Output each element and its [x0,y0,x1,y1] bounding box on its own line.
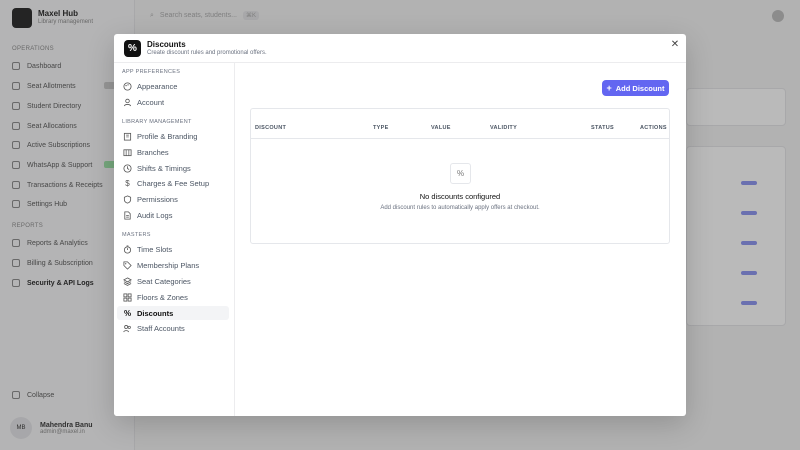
nav-item-discounts[interactable]: % Discounts [117,306,229,320]
user-icon [123,98,132,107]
table-header: DISCOUNT TYPE VALUE VALIDITY STATUS ACTI… [251,109,669,139]
column-header-type[interactable]: TYPE [373,125,389,131]
column-header-actions: ACTIONS [640,125,667,131]
nav-section-app-preferences: APP PREFERENCES [122,69,181,75]
nav-item-seat-categories[interactable]: Seat Categories [117,274,229,288]
modal-subtitle: Create discount rules and promotional of… [147,50,267,56]
column-header-value[interactable]: VALUE [431,125,451,131]
dollar-icon: $ [125,178,130,188]
nav-item-charges-fee-setup[interactable]: $ Charges & Fee Setup [117,176,229,190]
nav-section-library-management: LIBRARY MANAGEMENT [122,119,192,125]
branches-icon [123,148,132,157]
nav-item-profile-branding[interactable]: Profile & Branding [117,129,229,143]
nav-item-appearance[interactable]: Appearance [117,79,229,93]
nav-item-membership-plans[interactable]: Membership Plans [117,258,229,272]
palette-icon [123,81,132,91]
settings-modal: % Discounts Create discount rules and pr… [114,34,686,416]
nav-item-time-slots[interactable]: Time Slots [117,242,229,256]
nav-item-audit-logs[interactable]: Audit Logs [117,208,229,222]
column-header-validity[interactable]: VALIDITY [490,125,517,131]
modal-header: % Discounts Create discount rules and pr… [114,34,686,63]
plus-icon: + [606,83,612,93]
settings-nav: APP PREFERENCES Appearance Account LIBRA… [114,63,235,416]
nav-item-floors-zones[interactable]: Floors & Zones [117,290,229,304]
timer-icon [123,244,132,254]
close-icon[interactable]: ✕ [670,40,680,50]
percent-icon: % [123,308,132,318]
building-icon [123,132,132,141]
percent-icon: % [450,163,471,184]
layers-icon [123,276,132,286]
grid-icon [123,292,132,302]
nav-item-shifts-timings[interactable]: Shifts & Timings [117,161,229,175]
clock-icon [123,163,132,173]
modal-title: Discounts [147,40,186,49]
file-icon [123,210,132,220]
nav-section-masters: MASTERS [122,232,151,238]
empty-state-title: No discounts configured [419,192,501,201]
column-header-status[interactable]: STATUS [591,125,614,131]
tag-icon [123,260,132,270]
users-icon [123,324,132,333]
column-header-discount[interactable]: DISCOUNT [255,125,286,131]
percent-icon: % [124,40,141,57]
add-discount-button[interactable]: + Add Discount [602,80,669,96]
nav-item-staff-accounts[interactable]: Staff Accounts [117,321,229,335]
nav-item-branches[interactable]: Branches [117,145,229,159]
nav-item-account[interactable]: Account [117,95,229,109]
empty-state-description: Add discount rules to automatically appl… [380,205,540,211]
shield-icon [123,194,132,204]
discounts-table: DISCOUNT TYPE VALUE VALIDITY STATUS ACTI… [250,108,670,244]
nav-item-permissions[interactable]: Permissions [117,192,229,206]
